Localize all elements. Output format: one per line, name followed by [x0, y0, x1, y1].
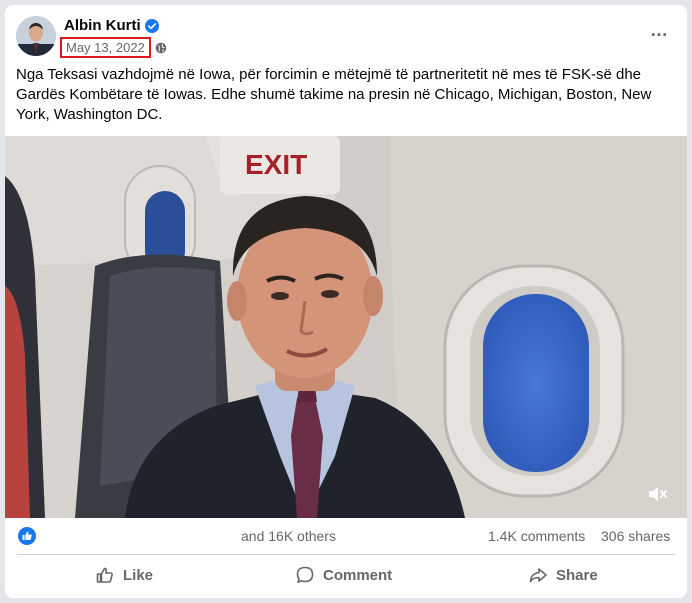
post-text: Nga Teksasi vazhdojmë në Iowa, për forci… [16, 66, 652, 123]
comment-button[interactable]: Comment [295, 558, 392, 592]
globe-icon [155, 42, 167, 53]
share-button[interactable]: Share [528, 558, 598, 592]
mute-icon[interactable] [647, 484, 669, 504]
post-video[interactable]: EXIT [5, 136, 687, 518]
post-card: Albin Kurti May 13, 2022 … Nga Teksasi v… [5, 5, 687, 598]
like-button[interactable]: Like [95, 558, 153, 592]
comments-count[interactable]: 1.4K comments [488, 528, 585, 544]
comment-label: Comment [323, 566, 393, 584]
reactions-count[interactable]: and 16K others [241, 528, 336, 544]
post-date[interactable]: May 13, 2022 [60, 37, 151, 58]
share-label: Share [556, 566, 598, 584]
share-icon [529, 568, 547, 583]
verified-badge-icon [144, 18, 159, 33]
like-reaction-icon[interactable] [18, 527, 36, 545]
video-frame: EXIT [5, 136, 687, 518]
engagement-stats: and 16K others 1.4K comments 306 shares [5, 518, 687, 554]
exit-sign: EXIT [245, 149, 307, 180]
shares-count[interactable]: 306 shares [601, 528, 670, 544]
post-actions: Like Comment Share [5, 558, 687, 592]
thumbs-up-icon [96, 567, 113, 583]
author-avatar[interactable] [16, 16, 56, 56]
author-name[interactable]: Albin Kurti [64, 17, 141, 34]
comment-icon [296, 566, 314, 583]
post-header: Albin Kurti May 13, 2022 … [5, 5, 687, 67]
more-options-icon[interactable]: … [650, 21, 669, 39]
actions-divider [17, 554, 675, 555]
like-label: Like [123, 566, 154, 584]
